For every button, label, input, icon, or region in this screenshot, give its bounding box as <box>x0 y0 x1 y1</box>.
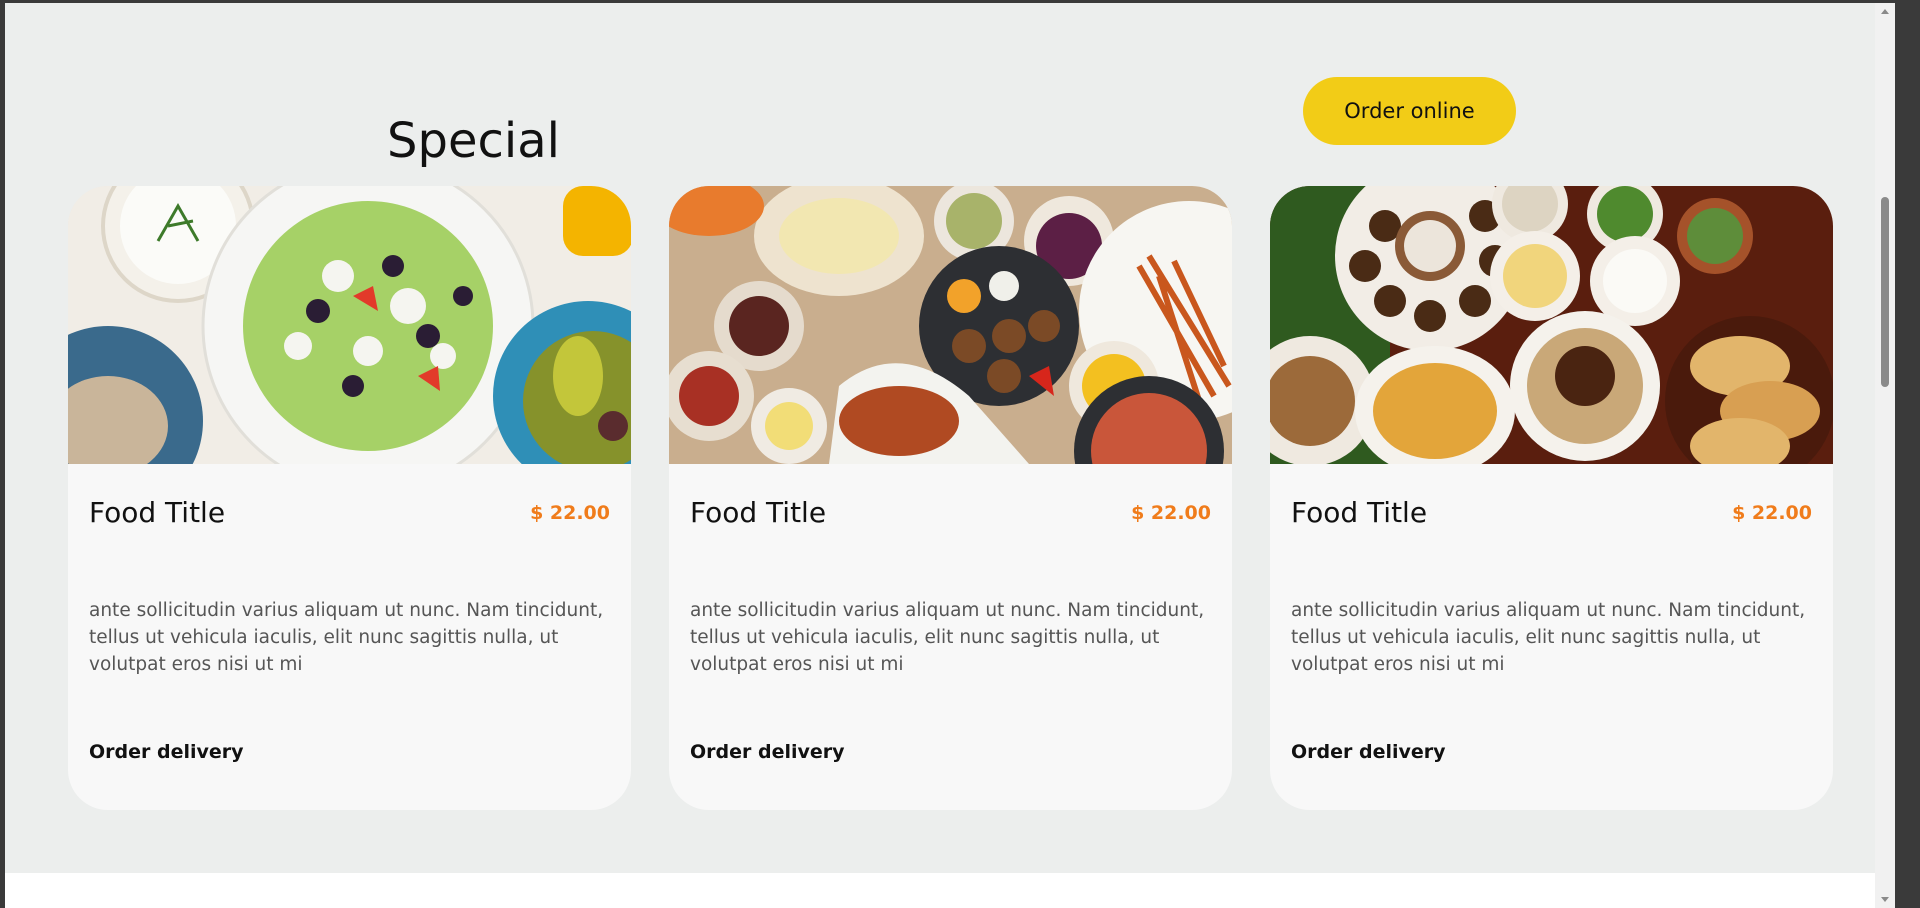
food-card: Food Title $ 22.00 ante sollicitudin var… <box>68 186 631 810</box>
next-section-edge <box>5 873 1875 908</box>
food-price: $ 22.00 <box>530 502 610 524</box>
order-delivery-link[interactable]: Order delivery <box>1291 741 1446 763</box>
vertical-scrollbar[interactable] <box>1875 3 1895 908</box>
order-delivery-link[interactable]: Order delivery <box>690 741 845 763</box>
food-price: $ 22.00 <box>1732 502 1812 524</box>
food-title: Food Title <box>1291 496 1428 529</box>
scroll-down-arrow-icon[interactable] <box>1881 897 1889 902</box>
order-delivery-link[interactable]: Order delivery <box>89 741 244 763</box>
food-price: $ 22.00 <box>1131 502 1211 524</box>
food-image-falafel-spread <box>1270 186 1833 464</box>
food-image-mezze <box>669 186 1232 464</box>
scrollbar-thumb[interactable] <box>1881 197 1889 387</box>
food-card: Food Title $ 22.00 ante sollicitudin var… <box>1270 186 1833 810</box>
food-title: Food Title <box>690 496 827 529</box>
food-description: ante sollicitudin varius aliquam ut nunc… <box>1291 600 1806 675</box>
section-heading: Special <box>387 113 560 170</box>
food-description: ante sollicitudin varius aliquam ut nunc… <box>690 600 1205 675</box>
food-description: ante sollicitudin varius aliquam ut nunc… <box>89 600 604 675</box>
scroll-up-arrow-icon[interactable] <box>1881 9 1889 14</box>
food-image-greek-salad <box>68 186 631 464</box>
food-card: Food Title $ 22.00 ante sollicitudin var… <box>669 186 1232 810</box>
food-title: Food Title <box>89 496 226 529</box>
page-viewport: Special Order online Food Title $ 22.00 … <box>5 3 1895 908</box>
order-online-button[interactable]: Order online <box>1303 77 1516 145</box>
